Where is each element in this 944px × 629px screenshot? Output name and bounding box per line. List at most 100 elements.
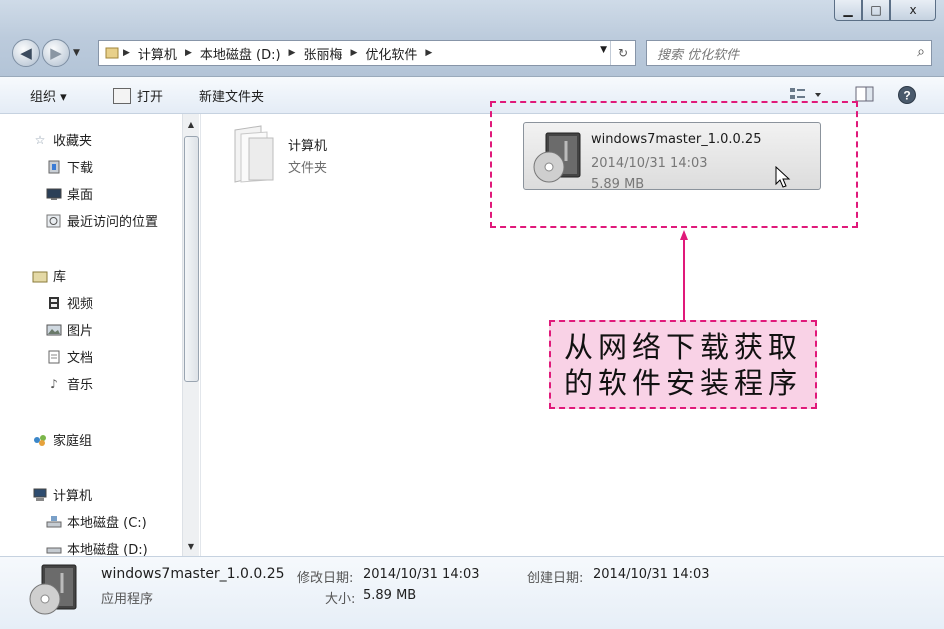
drive-icon (46, 542, 62, 556)
sidebar-item-label: 音乐 (67, 378, 94, 393)
navigation-scrollbar[interactable]: ▲ ▼ (182, 114, 199, 556)
navigation-pane: ☆ 收藏夹 下载 桌面 最近访问的位置 库 视频 图片 文档 ♪ 音乐 家庭组 … (10, 114, 182, 558)
details-file-name: windows7master_1.0.0.25 (101, 566, 285, 582)
scroll-down-arrow-icon[interactable]: ▼ (183, 538, 199, 554)
breadcrumb-computer[interactable]: 计算机 (134, 44, 181, 63)
details-file-type: 应用程序 (101, 592, 154, 607)
forward-button[interactable]: ▶ (42, 39, 70, 67)
folder-type: 文件夹 (288, 161, 328, 176)
preview-pane-button[interactable] (855, 85, 875, 103)
breadcrumb-separator[interactable]: ▶ (181, 48, 196, 58)
star-icon: ☆ (34, 132, 46, 147)
sidebar-item-recent-places[interactable]: 最近访问的位置 (46, 211, 158, 230)
sidebar-item-homegroup[interactable]: 家庭组 (32, 430, 92, 449)
help-icon: ? (898, 86, 916, 104)
search-placeholder[interactable]: 搜索 优化软件 (647, 44, 739, 63)
sidebar-item-label: 收藏夹 (53, 134, 93, 149)
maximize-button[interactable]: □ (862, 0, 890, 21)
sidebar-item-desktop[interactable]: 桌面 (46, 184, 93, 203)
installer-large-icon (29, 564, 77, 615)
details-modified-value: 2014/10/31 14:03 (363, 567, 480, 582)
forward-arrow-icon: ▶ (50, 44, 62, 62)
library-icon (32, 269, 48, 283)
sidebar-item-music[interactable]: ♪ 音乐 (46, 374, 94, 394)
open-label: 打开 (137, 90, 164, 105)
homegroup-icon (32, 433, 48, 447)
open-icon (113, 87, 131, 104)
breadcrumb-separator[interactable]: ▶ (285, 48, 300, 58)
window-controls: ▁ □ x (834, 0, 936, 22)
help-button[interactable]: ? (897, 85, 917, 105)
folder-item-icon[interactable] (231, 124, 274, 184)
sidebar-item-label: 文档 (67, 351, 94, 366)
sidebar-item-libraries[interactable]: 库 (32, 266, 66, 285)
sidebar-item-documents[interactable]: 文档 (46, 347, 93, 366)
organize-label: 组织 ▾ (30, 90, 67, 105)
sidebar-item-computer[interactable]: 计算机 (32, 485, 92, 504)
breadcrumb-user-folder[interactable]: 张丽梅 (299, 44, 346, 63)
breadcrumb-separator[interactable]: ▶ (346, 48, 361, 58)
sidebar-item-label: 视频 (67, 297, 94, 312)
music-note-icon: ♪ (50, 376, 58, 391)
explorer-window: ▁ □ x ◀ ▶ ▼ ▶ 计算机 ▶ 本地磁盘 (D:) ▶ 张丽梅 ▶ 优化… (0, 0, 944, 629)
download-folder-icon (46, 160, 62, 174)
details-size-value: 5.89 MB (363, 588, 417, 603)
sidebar-item-label: 最近访问的位置 (67, 215, 159, 230)
breadcrumb-drive-d[interactable]: 本地磁盘 (D:) (196, 44, 285, 63)
minimize-button[interactable]: ▁ (834, 0, 862, 21)
highlight-box (490, 101, 858, 228)
sidebar-item-label: 计算机 (53, 489, 93, 504)
back-arrow-icon: ◀ (20, 44, 32, 62)
sidebar-item-favorites[interactable]: ☆ 收藏夹 (32, 130, 93, 150)
details-pane: windows7master_1.0.0.25 应用程序 修改日期: 2014/… (0, 556, 944, 629)
title-address-bar: ▁ □ x ◀ ▶ ▼ ▶ 计算机 ▶ 本地磁盘 (D:) ▶ 张丽梅 ▶ 优化… (0, 0, 944, 77)
breadcrumb-separator[interactable]: ▶ (421, 48, 436, 58)
recent-pages-dropdown[interactable]: ▼ (73, 48, 80, 58)
organize-button[interactable]: 组织 ▾ (30, 86, 67, 105)
search-icon[interactable]: ⌕ (917, 44, 925, 60)
folder-icon (99, 46, 119, 60)
folder-name[interactable]: 计算机 (288, 135, 327, 154)
breadcrumb-current-folder[interactable]: 优化软件 (361, 44, 421, 63)
close-button[interactable]: x (890, 0, 936, 21)
details-created-value: 2014/10/31 14:03 (593, 567, 710, 582)
callout-line-2: 的软件安装程序 (563, 365, 802, 400)
document-icon (46, 350, 62, 364)
callout-arrow-icon (680, 230, 688, 322)
back-button[interactable]: ◀ (12, 39, 40, 67)
new-folder-button[interactable]: 新建文件夹 (199, 86, 264, 105)
breadcrumb-separator[interactable]: ▶ (119, 48, 134, 58)
address-dropdown-icon[interactable]: ▼ (600, 45, 607, 55)
address-bar[interactable]: ▶ 计算机 ▶ 本地磁盘 (D:) ▶ 张丽梅 ▶ 优化软件 ▶ ▼ ↻ (98, 40, 636, 66)
sidebar-item-label: 库 (53, 270, 67, 285)
details-modified-label: 修改日期: (297, 571, 354, 586)
picture-icon (46, 323, 62, 337)
refresh-icon[interactable]: ↻ (610, 41, 635, 65)
scrollbar-thumb[interactable] (184, 136, 199, 382)
callout-line-1: 从网络下载获取 (563, 329, 802, 364)
sidebar-item-pictures[interactable]: 图片 (46, 320, 93, 339)
details-created-label: 创建日期: (527, 571, 584, 586)
svg-text:?: ? (903, 89, 910, 103)
open-button[interactable]: 打开 (113, 86, 163, 105)
video-icon (46, 296, 62, 310)
desktop-icon (46, 187, 62, 201)
sidebar-item-label: 本地磁盘 (C:) (67, 516, 147, 531)
computer-icon (32, 488, 48, 502)
scroll-up-arrow-icon[interactable]: ▲ (183, 116, 199, 132)
sidebar-item-videos[interactable]: 视频 (46, 293, 93, 312)
sidebar-item-label: 桌面 (67, 188, 94, 203)
search-box[interactable]: 搜索 优化软件 ⌕ (646, 40, 932, 66)
recent-places-icon (46, 214, 62, 228)
callout-box: 从网络下载获取 的软件安装程序 (549, 320, 817, 409)
details-size-label: 大小: (325, 592, 356, 607)
new-folder-label: 新建文件夹 (199, 90, 265, 105)
sidebar-item-label: 图片 (67, 324, 94, 339)
sidebar-item-downloads[interactable]: 下载 (46, 157, 93, 176)
sidebar-item-label: 下载 (67, 161, 94, 176)
sidebar-item-label: 家庭组 (53, 434, 93, 449)
navigation-buttons: ◀ ▶ ▼ (12, 39, 80, 67)
sidebar-item-drive-c[interactable]: 本地磁盘 (C:) (46, 512, 147, 531)
system-drive-icon (46, 515, 62, 529)
preview-pane-icon (855, 86, 874, 102)
